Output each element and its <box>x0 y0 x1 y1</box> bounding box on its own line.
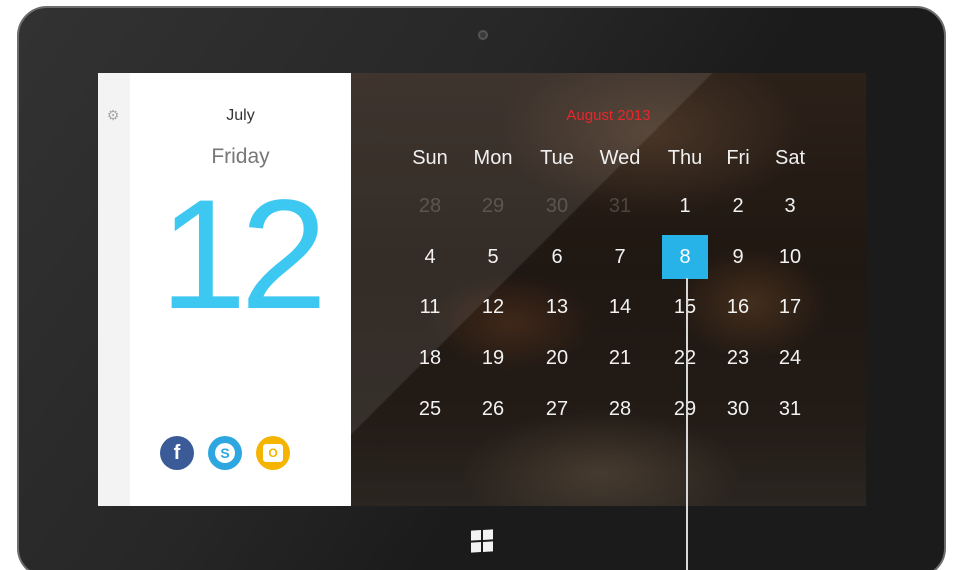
social-links: f S O <box>160 436 290 470</box>
calendar-day[interactable]: 3 <box>767 184 813 228</box>
weekday-header-sun: Sun <box>412 147 448 169</box>
outlook-icon[interactable]: O <box>256 436 290 470</box>
calendar-day[interactable]: 1 <box>662 184 708 228</box>
calendar-day[interactable]: 20 <box>534 336 580 380</box>
calendar-day[interactable]: 30 <box>715 387 761 431</box>
calendar-day[interactable]: 7 <box>597 235 643 279</box>
weekday-header-thu: Thu <box>667 147 703 169</box>
calendar-day[interactable]: 19 <box>470 336 516 380</box>
calendar-day[interactable]: 9 <box>715 235 761 279</box>
calendar-day[interactable]: 25 <box>407 387 453 431</box>
calendar-day[interactable]: 18 <box>407 336 453 380</box>
today-panel: July Friday 12 f S O <box>130 73 351 506</box>
facebook-icon[interactable]: f <box>160 436 194 470</box>
today-day-number: 12 <box>159 168 328 342</box>
calendar-day[interactable]: 16 <box>715 285 761 329</box>
calendar-day[interactable]: 13 <box>534 285 580 329</box>
windows-logo-icon[interactable] <box>471 529 493 553</box>
calendar-day[interactable]: 24 <box>767 336 813 380</box>
calendar-day[interactable]: 17 <box>767 285 813 329</box>
settings-strip: ⚙ <box>98 73 130 506</box>
calendar-day[interactable]: 28 <box>597 387 643 431</box>
today-month: July <box>226 107 255 124</box>
calendar-day[interactable]: 21 <box>597 336 643 380</box>
today-weekday: Friday <box>211 145 270 168</box>
calendar-day[interactable]: 23 <box>715 336 761 380</box>
weekday-header-mon: Mon <box>473 147 513 169</box>
calendar-day[interactable]: 30 <box>534 184 580 228</box>
weekday-header-sat: Sat <box>774 147 806 169</box>
gear-icon[interactable]: ⚙ <box>106 109 120 123</box>
screen: ⚙ July Friday 12 f S O August 2013 Sun Mo… <box>98 73 866 506</box>
camera-icon <box>478 30 488 40</box>
calendar-day[interactable]: 10 <box>767 235 813 279</box>
calendar-day[interactable]: 5 <box>470 235 516 279</box>
calendar-day[interactable]: 4 <box>407 235 453 279</box>
calendar-day[interactable]: 11 <box>407 285 453 329</box>
calendar-day-selected[interactable]: 8 <box>662 235 708 279</box>
calendar-area: August 2013 Sun Mon Tue Wed Thu Fri Sat 28 29 30 3… <box>351 73 866 506</box>
calendar-day[interactable]: 27 <box>534 387 580 431</box>
calendar-day[interactable]: 31 <box>767 387 813 431</box>
calendar-day[interactable]: 29 <box>662 387 708 431</box>
weekday-header-wed: Wed <box>599 147 641 169</box>
calendar-month-title[interactable]: August 2013 <box>351 107 866 124</box>
calendar-day[interactable]: 26 <box>470 387 516 431</box>
calendar-day[interactable]: 28 <box>407 184 453 228</box>
calendar-day[interactable]: 15 <box>662 285 708 329</box>
weekday-header-fri: Fri <box>726 147 750 169</box>
calendar-day[interactable]: 14 <box>597 285 643 329</box>
calendar-day[interactable]: 12 <box>470 285 516 329</box>
calendar-day[interactable]: 22 <box>662 336 708 380</box>
calendar-day[interactable]: 29 <box>470 184 516 228</box>
callout-pointer-line <box>686 278 688 570</box>
weekday-header-tue: Tue <box>540 147 574 169</box>
calendar-day[interactable]: 6 <box>534 235 580 279</box>
calendar-day[interactable]: 31 <box>597 184 643 228</box>
skype-icon[interactable]: S <box>208 436 242 470</box>
skype-glyph: S <box>215 443 235 463</box>
outlook-glyph: O <box>263 444 283 462</box>
facebook-glyph: f <box>173 441 181 464</box>
calendar-day[interactable]: 2 <box>715 184 761 228</box>
